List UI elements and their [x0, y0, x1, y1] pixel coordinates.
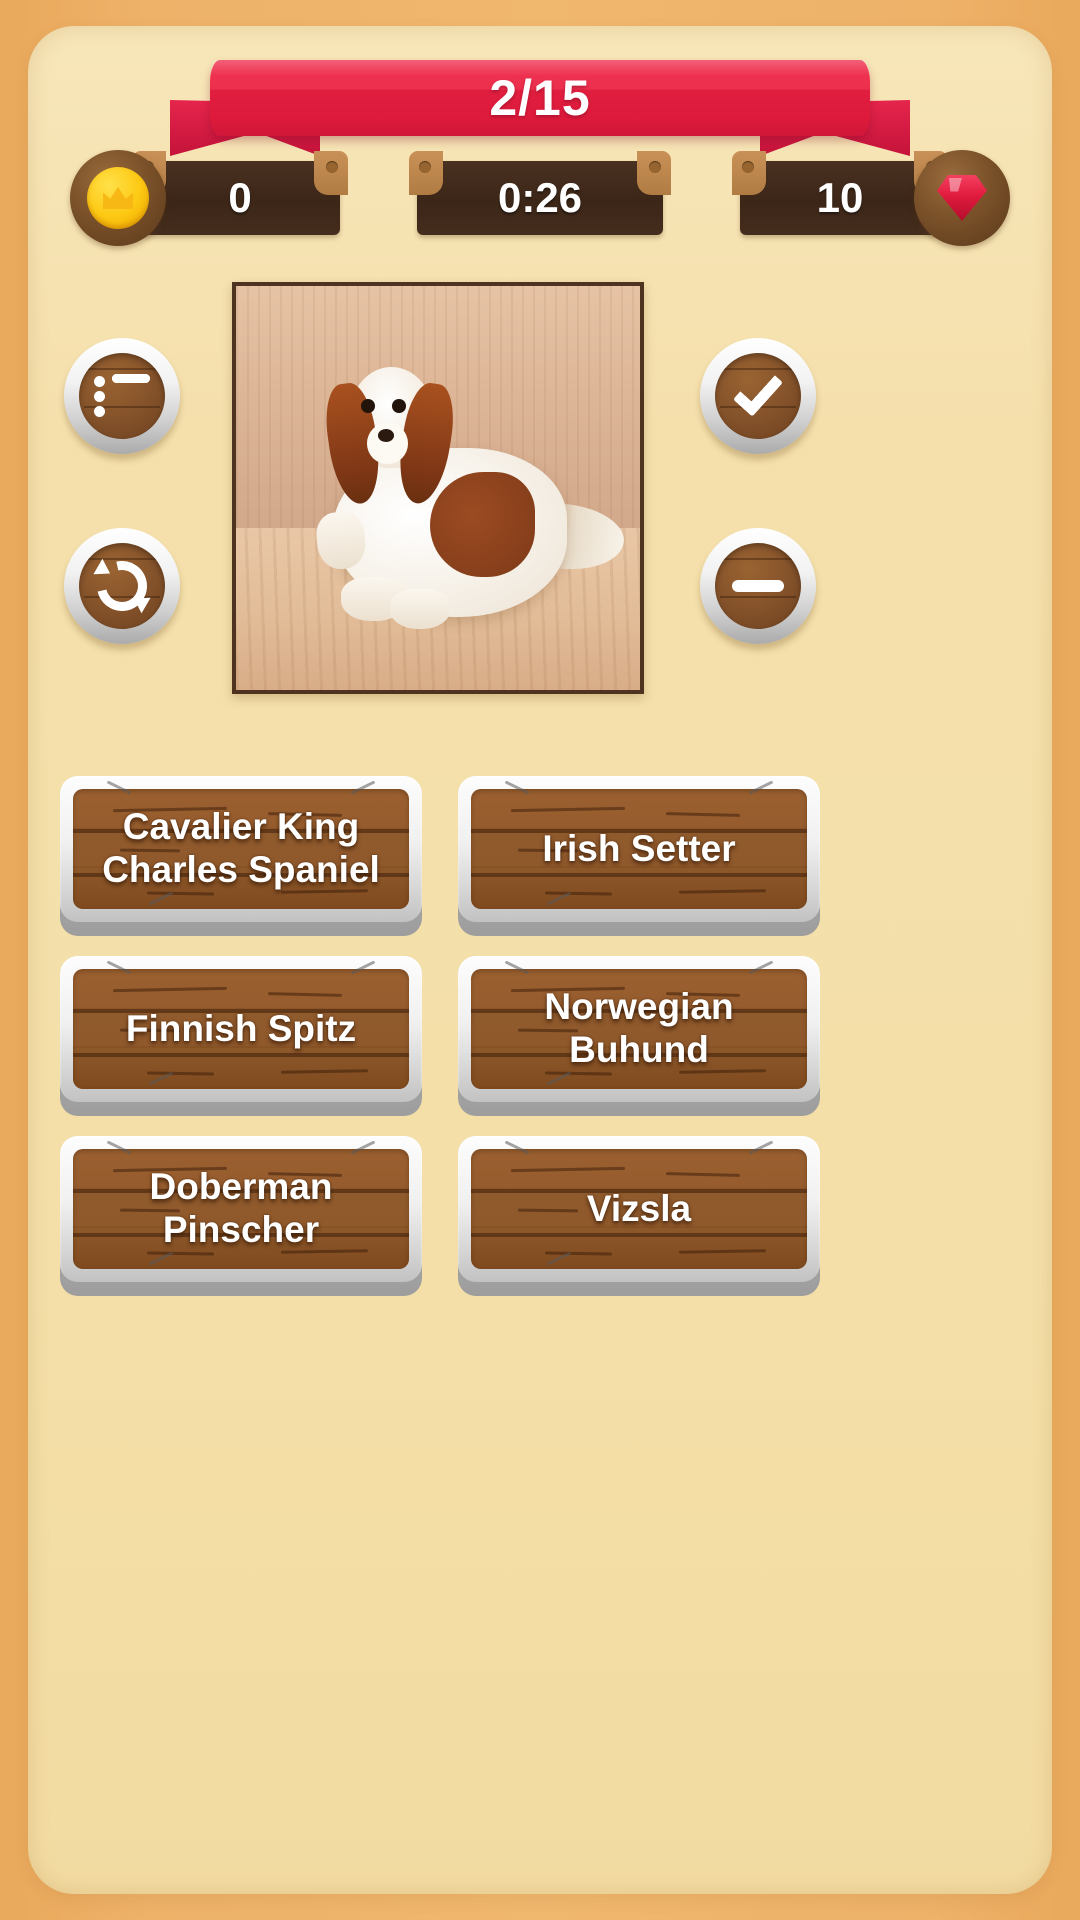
answer-button[interactable]: Finnish Spitz	[60, 956, 422, 1116]
answer-button[interactable]: Irish Setter	[458, 776, 820, 936]
answer-label: Cavalier King Charles Spaniel	[102, 806, 380, 890]
gems-stat[interactable]: 10	[732, 148, 1010, 248]
minus-icon	[732, 580, 784, 592]
coin-crown-icon	[70, 150, 166, 246]
gems-value: 10	[816, 174, 864, 221]
ruby-gem-icon	[914, 150, 1010, 246]
progress-label: 2/15	[489, 70, 591, 126]
timer-stat: 0:26	[409, 148, 671, 248]
coins-value: 0	[228, 174, 252, 221]
refresh-button[interactable]	[64, 528, 180, 644]
dog-photo	[236, 286, 640, 690]
coins-stat[interactable]: 0	[70, 148, 348, 248]
ribbon-body: 2/15	[210, 60, 870, 136]
answer-button[interactable]: Doberman Pinscher	[60, 1136, 422, 1296]
answer-label: Vizsla	[586, 1187, 692, 1229]
gems-plate: 10	[732, 151, 948, 235]
list-icon	[94, 374, 150, 418]
check-button[interactable]	[700, 338, 816, 454]
coins-plate: 0	[132, 151, 348, 235]
progress-banner: 2/15	[0, 38, 1080, 156]
list-button[interactable]	[64, 338, 180, 454]
answer-options: Cavalier King Charles Spaniel Irish Sett…	[60, 776, 820, 1296]
bracket-icon	[314, 151, 348, 195]
stat-bar: 0 0:26 10	[70, 148, 1010, 248]
bracket-icon	[732, 151, 766, 195]
bracket-icon	[409, 151, 443, 195]
check-icon	[731, 365, 785, 417]
bracket-icon	[637, 151, 671, 195]
timer-value: 0:26	[497, 174, 583, 221]
remove-button[interactable]	[700, 528, 816, 644]
answer-label: Finnish Spitz	[125, 1007, 357, 1049]
answer-label: Doberman Pinscher	[149, 1166, 333, 1250]
answer-button[interactable]: Cavalier King Charles Spaniel	[60, 776, 422, 936]
answer-button[interactable]: Norwegian Buhund	[458, 956, 820, 1116]
answer-button[interactable]: Vizsla	[458, 1136, 820, 1296]
question-image	[232, 282, 644, 694]
refresh-icon	[87, 551, 157, 621]
timer-plate: 0:26	[409, 151, 671, 235]
answer-label: Irish Setter	[542, 827, 736, 869]
answer-label: Norwegian Buhund	[544, 986, 734, 1070]
